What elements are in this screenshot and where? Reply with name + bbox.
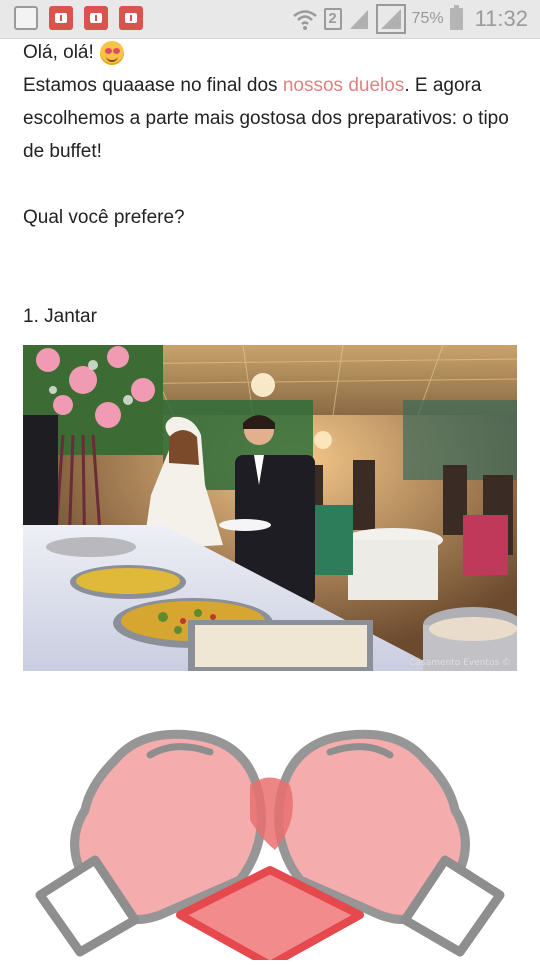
battery-icon bbox=[449, 5, 463, 30]
status-bar-system: 2 75% 11:32 bbox=[292, 4, 528, 34]
signal-icon bbox=[349, 10, 368, 29]
intro-text-start: Estamos quaaase no final dos bbox=[23, 75, 283, 96]
smiley-icon bbox=[99, 40, 124, 65]
boxing-gloves-illustration bbox=[0, 690, 540, 965]
battery-percent: 75% bbox=[411, 10, 444, 27]
greeting-text: Olá, olá! bbox=[23, 42, 94, 63]
photo-watermark: Casamento Eventos © bbox=[409, 658, 511, 668]
notification-icon bbox=[119, 6, 143, 30]
notification-icon bbox=[84, 6, 108, 30]
notification-icon bbox=[49, 6, 73, 30]
intro-paragraph: Estamos quaaase no final dos nossos duel… bbox=[23, 69, 523, 168]
clock: 11:32 bbox=[474, 6, 528, 31]
duels-link[interactable]: nossos duelos bbox=[283, 75, 404, 96]
status-bar-notifications bbox=[14, 6, 143, 30]
sim-icon: 2 bbox=[323, 8, 342, 30]
option-1-title: 1. Jantar bbox=[23, 306, 97, 327]
question: Qual você prefere? bbox=[23, 207, 185, 228]
buffet-photo[interactable]: Casamento Eventos © bbox=[23, 345, 517, 671]
article-body: Olá, olá! Estamos quaaase no final dos n… bbox=[23, 38, 523, 333]
greeting: Olá, olá! bbox=[23, 36, 523, 69]
gallery-icon bbox=[14, 6, 38, 30]
signal-icon bbox=[375, 4, 406, 34]
status-bar: 2 75% 11:32 bbox=[0, 0, 540, 39]
wifi-icon bbox=[292, 10, 317, 30]
